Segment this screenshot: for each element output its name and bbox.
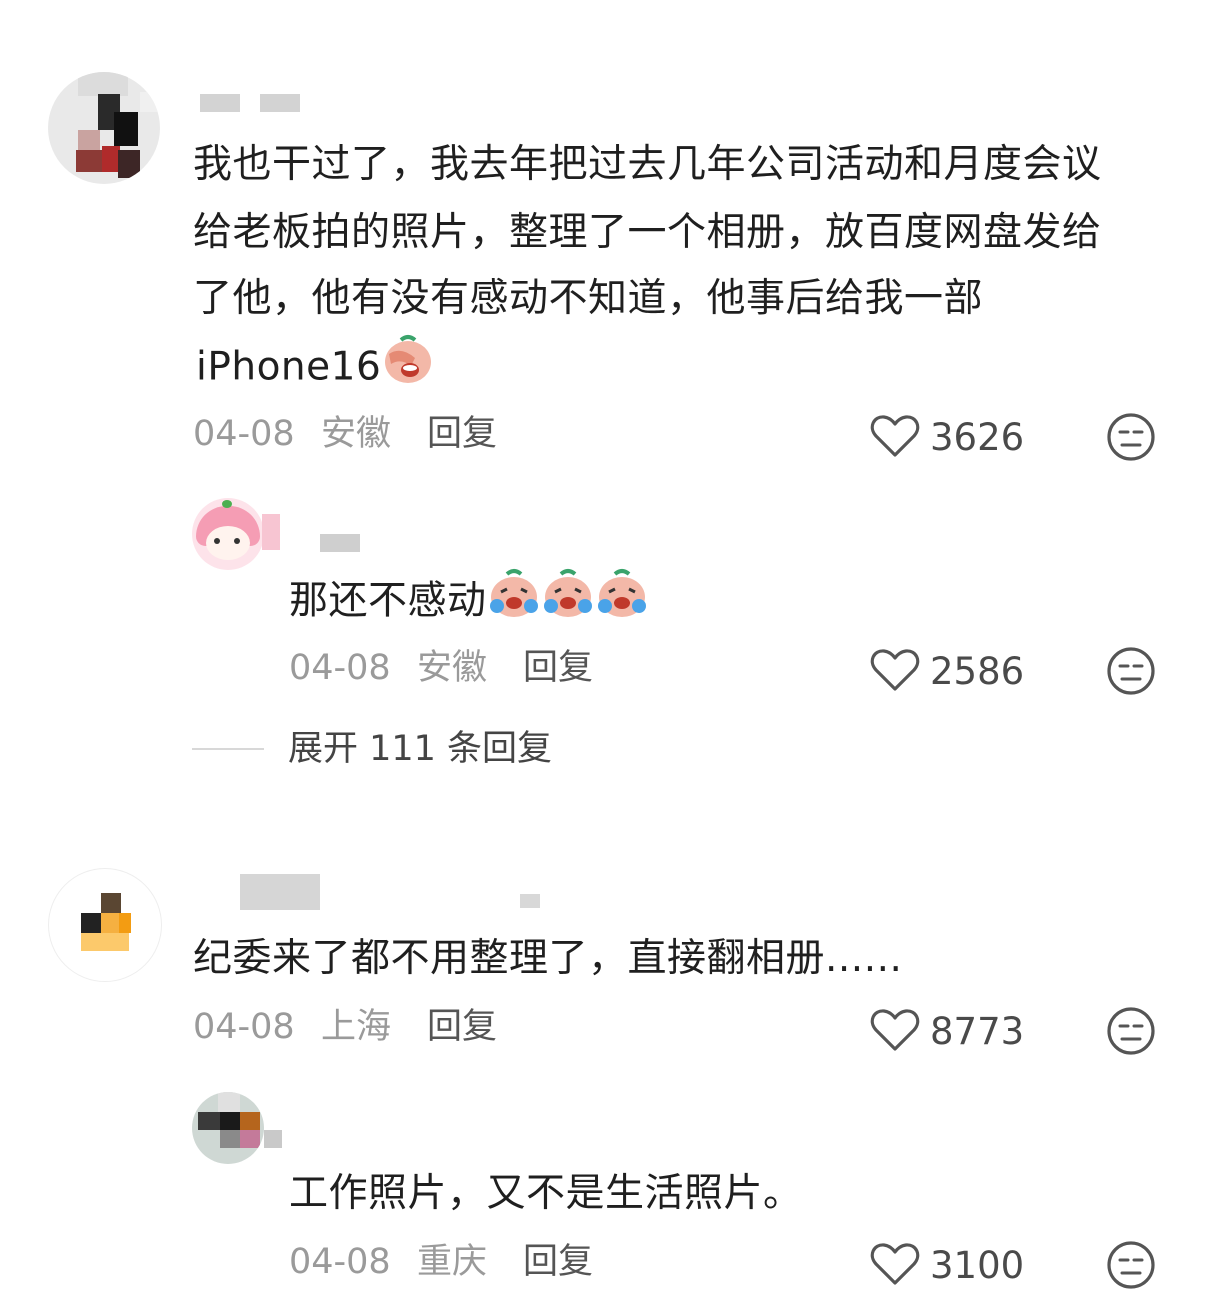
avatar[interactable]: [192, 1092, 264, 1164]
comment-location: 安徽: [321, 414, 392, 454]
like-button[interactable]: 2586: [870, 648, 1024, 696]
like-count: 3626: [930, 416, 1025, 459]
divider-line: [192, 748, 264, 750]
comment-text-line: 我也干过了，我去年把过去几年公司活动和月度会议: [193, 142, 1102, 187]
reply-text-line: 那还不感动: [289, 566, 649, 640]
username-blurred[interactable]: [320, 534, 360, 552]
username-blurred[interactable]: [520, 894, 540, 908]
reply-text-line: 工作照片，又不是生活照片。: [289, 1171, 803, 1216]
comment-text-line: 给老板拍的照片，整理了一个相册，放百度网盘发给: [193, 210, 1102, 255]
heart-outline-icon: [870, 1242, 920, 1290]
username-blurred[interactable]: [200, 94, 240, 112]
meh-face-icon: [1106, 1007, 1156, 1060]
reply-date: 04-08: [289, 1242, 391, 1282]
reply-button[interactable]: 回复: [523, 646, 593, 690]
like-button[interactable]: 8773: [870, 1008, 1024, 1056]
heart-outline-icon: [870, 1008, 920, 1056]
expand-replies-button[interactable]: 展开 111 条回复: [192, 727, 552, 771]
reply-text-fragment: 那还不感动: [289, 578, 487, 624]
meh-face-icon: [1106, 1241, 1156, 1294]
heart-outline-icon: [870, 414, 920, 462]
username-blurred[interactable]: [264, 1130, 282, 1148]
comment-date: 04-08: [193, 1007, 295, 1047]
dislike-button[interactable]: [1106, 1006, 1156, 1060]
avatar[interactable]: [48, 868, 162, 982]
meh-face-icon: [1106, 647, 1156, 700]
crying-emoji-icon: [541, 566, 595, 640]
crying-emoji-icon: [595, 566, 649, 640]
username-blurred[interactable]: [260, 94, 300, 112]
reply-button[interactable]: 回复: [523, 1240, 593, 1284]
reply-location: 重庆: [417, 1242, 488, 1282]
reply-button[interactable]: 回复: [427, 1005, 497, 1049]
expand-replies-label: 展开 111 条回复: [288, 729, 553, 769]
reply-date: 04-08: [289, 648, 391, 688]
crying-emoji-icon: [487, 566, 541, 640]
comment-location: 上海: [321, 1007, 392, 1047]
like-button[interactable]: 3100: [870, 1242, 1024, 1290]
like-count: 2586: [930, 650, 1025, 693]
reply-location: 安徽: [417, 648, 488, 688]
dislike-button[interactable]: [1106, 1240, 1156, 1294]
like-count: 8773: [930, 1010, 1025, 1053]
dislike-button[interactable]: [1106, 412, 1156, 466]
dislike-button[interactable]: [1106, 646, 1156, 700]
avatar[interactable]: [48, 72, 160, 184]
username-blurred[interactable]: [262, 514, 280, 550]
heart-outline-icon: [870, 648, 920, 696]
comment-text-line-with-emoji: iPhone16: [196, 332, 435, 406]
avatar[interactable]: [192, 498, 264, 570]
username-blurred[interactable]: [240, 874, 320, 910]
like-button[interactable]: 3626: [870, 414, 1024, 462]
comment-text-line: 了他，他有没有感动不知道，他事后给我一部: [193, 276, 984, 321]
meh-face-icon: [1106, 413, 1156, 466]
comment-text-line: 纪委来了都不用整理了，直接翻相册......: [193, 936, 903, 981]
reply-button[interactable]: 回复: [427, 412, 497, 456]
facepalm-emoji-icon: [381, 332, 435, 406]
like-count: 3100: [930, 1244, 1025, 1287]
comment-date: 04-08: [193, 414, 295, 454]
comment-text-fragment: iPhone16: [196, 344, 382, 390]
